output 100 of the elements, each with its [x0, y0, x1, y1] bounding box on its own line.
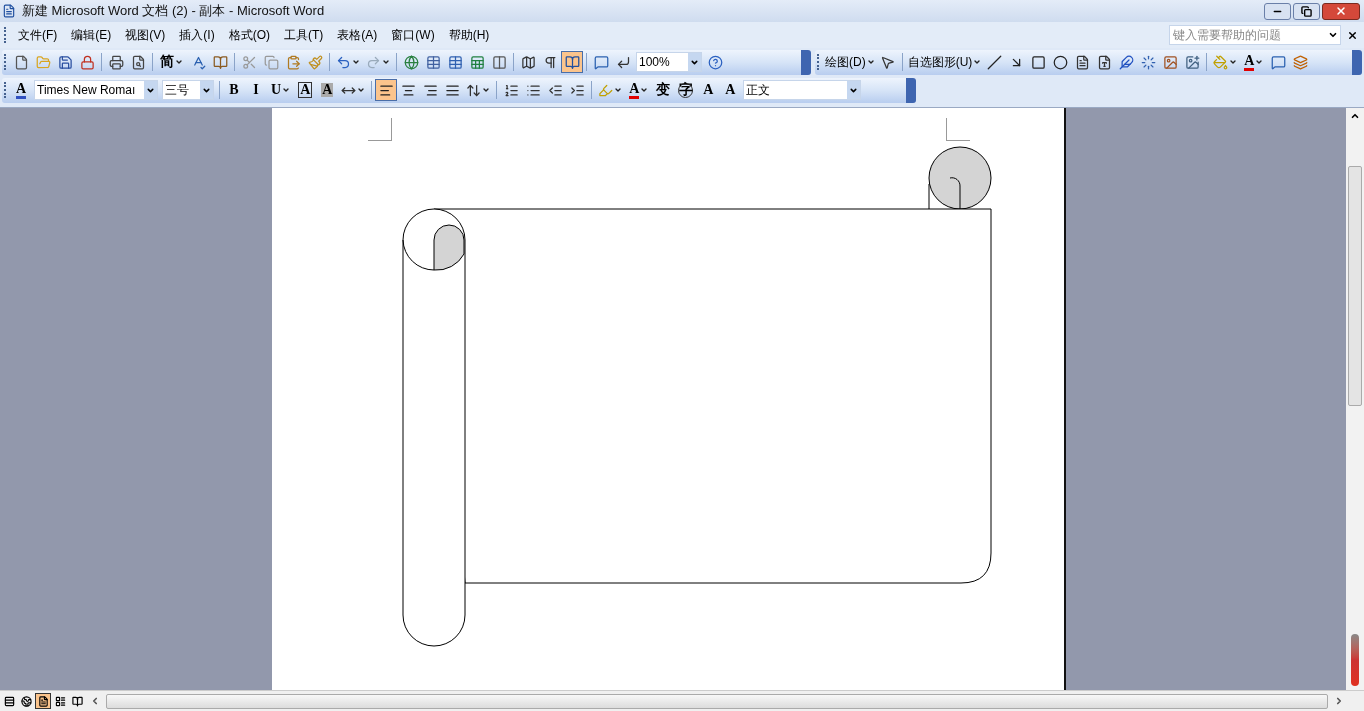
help-search-field[interactable]: 键入需要帮助的问题 — [1169, 25, 1341, 45]
menu-item[interactable]: 插入(I) — [172, 25, 222, 45]
toolbar-button[interactable]: A — [697, 79, 720, 101]
text-box-icon — [1074, 54, 1090, 70]
clip-art-icon — [1162, 54, 1178, 70]
scroll-right-icon[interactable] — [1334, 696, 1344, 706]
align-center-icon — [400, 82, 416, 98]
line-spacing-icon — [466, 82, 482, 98]
oval-icon — [1052, 54, 1068, 70]
paste-icon — [285, 54, 301, 70]
new-document-icon — [13, 54, 29, 70]
restore-icon — [1301, 5, 1312, 17]
menu-item[interactable]: 帮助(H) — [441, 25, 497, 45]
distribute-icon — [444, 82, 460, 98]
dropdown-value: 正文 — [745, 82, 771, 99]
toolbar-button[interactable]: A — [316, 79, 339, 101]
menu-item[interactable]: 窗口(W) — [384, 25, 442, 45]
increase-indent-icon — [569, 82, 585, 98]
spreadsheet-icon — [469, 54, 485, 70]
align-right-icon — [422, 82, 438, 98]
menu-item[interactable]: 表格(A) — [330, 25, 385, 45]
toolbar-button[interactable]: 简 — [156, 51, 187, 73]
numbering-icon — [503, 82, 519, 98]
vertical-text-box-icon — [1096, 54, 1112, 70]
menu-item[interactable]: 工具(T) — [277, 25, 331, 45]
decrease-indent-icon — [547, 82, 563, 98]
toolbar-button[interactable] — [375, 79, 398, 101]
undo-icon — [336, 54, 351, 70]
fill-color-icon — [1213, 54, 1229, 70]
toolbar-button[interactable]: I — [245, 79, 267, 101]
toolbar-button[interactable]: A — [719, 79, 742, 101]
cut-icon — [241, 54, 257, 70]
toolbar-button[interactable]: B — [223, 79, 245, 101]
view-button[interactable] — [35, 693, 51, 709]
margin-corner-mark — [368, 118, 392, 141]
toolbar-button[interactable]: A — [1240, 51, 1268, 73]
toolbar-button[interactable]: 字 — [674, 79, 698, 101]
insert-table-icon — [447, 54, 463, 70]
caret-icon — [866, 58, 875, 66]
rectangle-icon — [1030, 54, 1046, 70]
app-icon — [2, 4, 16, 18]
caret-icon — [1328, 30, 1338, 40]
toolbar-grip[interactable] — [817, 54, 820, 70]
menu-item[interactable]: 格式(O) — [221, 25, 277, 45]
browse-object-button[interactable] — [1351, 634, 1359, 686]
margin-corner-mark — [946, 118, 970, 141]
dropdown-field[interactable]: 三号 — [162, 80, 214, 100]
normal-view-icon — [3, 695, 15, 707]
outline-view-icon — [54, 695, 66, 707]
columns-icon — [491, 54, 507, 70]
dropdown-field[interactable]: Times New Romaı — [34, 80, 158, 100]
vertical-scrollbar[interactable] — [1346, 108, 1364, 690]
pilcrow-icon — [542, 54, 558, 70]
menu-grip[interactable] — [4, 27, 7, 43]
view-button[interactable] — [18, 693, 34, 709]
toolbar-button[interactable]: A — [294, 79, 317, 101]
scroll-left-icon[interactable] — [90, 696, 100, 706]
reading-view-icon — [71, 695, 83, 707]
comment-icon — [1270, 54, 1286, 70]
close-button[interactable] — [1322, 2, 1360, 20]
toolbar-grip[interactable] — [4, 82, 7, 98]
document-map-icon — [520, 54, 536, 70]
scroll-thumb[interactable] — [1348, 166, 1362, 406]
horizontal-scrollbar[interactable] — [106, 693, 1328, 709]
lock-icon — [79, 54, 95, 70]
print-layout-icon — [37, 695, 49, 707]
redo-icon — [366, 54, 381, 70]
toolbar-options-button[interactable] — [1352, 49, 1362, 75]
format-painter-icon — [307, 54, 323, 70]
toolbar-button[interactable]: 变 — [652, 79, 675, 101]
print-preview-icon — [130, 54, 146, 70]
copy-icon — [263, 54, 279, 70]
menu-item[interactable]: 文件(F) — [11, 25, 65, 45]
folder-icon — [35, 54, 51, 70]
restore-button[interactable] — [1293, 2, 1320, 20]
reading-icon — [564, 54, 580, 70]
toolbar-menu-button[interactable]: 绘图(D) — [823, 51, 877, 73]
close-icon[interactable] — [1347, 29, 1358, 41]
dropdown-field[interactable]: 正文 — [743, 80, 862, 100]
bullets-icon — [525, 82, 541, 98]
book-icon — [212, 54, 228, 70]
print-icon — [108, 54, 124, 70]
toolbar-button[interactable]: U — [267, 79, 295, 101]
highlight-icon — [598, 82, 614, 98]
hyperlink-icon — [403, 54, 419, 70]
menu-item[interactable]: 编辑(E) — [64, 25, 119, 45]
toolbar-menu-button[interactable]: 自选图形(U) — [905, 51, 984, 73]
toolbar-button[interactable]: A — [10, 79, 32, 101]
toolbar-grip[interactable] — [4, 54, 7, 70]
web-view-icon — [20, 695, 32, 707]
table-icon — [425, 54, 441, 70]
comment-icon — [593, 54, 609, 70]
dropdown-value: 100% — [638, 54, 670, 71]
close-icon — [1335, 5, 1347, 17]
toolbar-options-button[interactable] — [801, 49, 811, 75]
toolbar-options-button[interactable] — [906, 77, 916, 103]
toolbar-button[interactable]: A — [625, 79, 653, 101]
menu-item[interactable]: 视图(V) — [118, 25, 173, 45]
help-icon — [707, 54, 723, 70]
dropdown-field[interactable]: 100% — [636, 52, 702, 72]
